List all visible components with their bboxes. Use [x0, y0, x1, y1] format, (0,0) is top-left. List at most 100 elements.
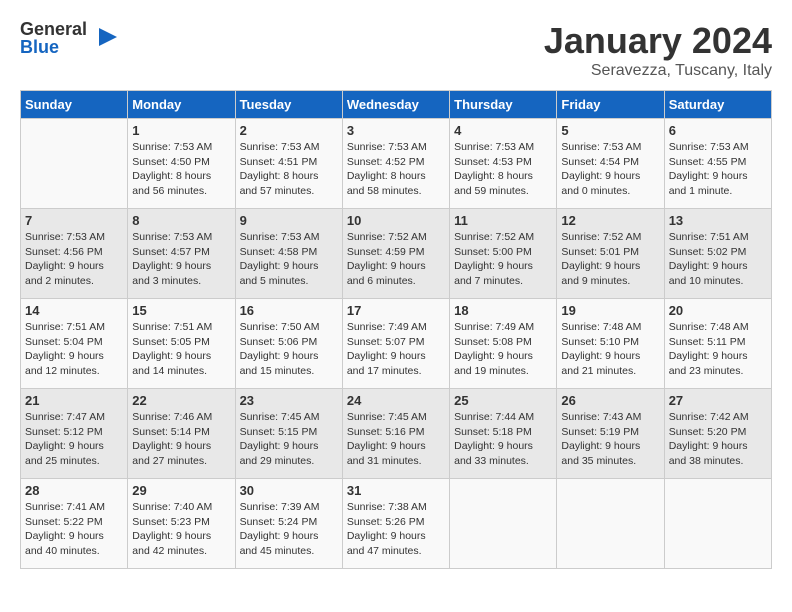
calendar-cell: 8 Sunrise: 7:53 AMSunset: 4:57 PMDaylight… [128, 209, 235, 299]
day-number: 8 [132, 213, 230, 228]
calendar-cell: 5 Sunrise: 7:53 AMSunset: 4:54 PMDaylight… [557, 119, 664, 209]
day-number: 22 [132, 393, 230, 408]
header-monday: Monday [128, 91, 235, 119]
calendar-cell: 3 Sunrise: 7:53 AMSunset: 4:52 PMDaylight… [342, 119, 449, 209]
day-number: 16 [240, 303, 338, 318]
day-number: 1 [132, 123, 230, 138]
day-number: 27 [669, 393, 767, 408]
day-info: Sunrise: 7:50 AMSunset: 5:06 PMDaylight:… [240, 320, 338, 379]
day-number: 31 [347, 483, 445, 498]
header: General Blue January 2024 Seravezza, Tus… [20, 20, 772, 80]
day-info: Sunrise: 7:53 AMSunset: 4:52 PMDaylight:… [347, 140, 445, 199]
calendar-cell: 20Sunrise: 7:48 AMSunset: 5:11 PMDayligh… [664, 299, 771, 389]
day-info: Sunrise: 7:52 AMSunset: 5:01 PMDaylight:… [561, 230, 659, 289]
day-info: Sunrise: 7:53 AMSunset: 4:53 PMDaylight:… [454, 140, 552, 199]
calendar-cell: 23Sunrise: 7:45 AMSunset: 5:15 PMDayligh… [235, 389, 342, 479]
calendar-cell: 15 Sunrise: 7:51 AMSunset: 5:05 PMDayligh… [128, 299, 235, 389]
day-number: 6 [669, 123, 767, 138]
header-wednesday: Wednesday [342, 91, 449, 119]
day-number: 3 [347, 123, 445, 138]
calendar-table: SundayMondayTuesdayWednesdayThursdayFrid… [20, 90, 772, 569]
calendar-cell: 18 Sunrise: 7:49 AMSunset: 5:08 PMDayligh… [450, 299, 557, 389]
day-info: Sunrise: 7:51 AMSunset: 5:05 PMDaylight:… [132, 320, 230, 379]
calendar-cell: 14 Sunrise: 7:51 AMSunset: 5:04 PMDayligh… [21, 299, 128, 389]
calendar-header-row: SundayMondayTuesdayWednesdayThursdayFrid… [21, 91, 772, 119]
day-number: 14 [25, 303, 123, 318]
day-info: Sunrise: 7:53 AMSunset: 4:50 PMDaylight:… [132, 140, 230, 199]
calendar-cell: 4 Sunrise: 7:53 AMSunset: 4:53 PMDaylight… [450, 119, 557, 209]
calendar-cell: 9Sunrise: 7:53 AMSunset: 4:58 PMDaylight… [235, 209, 342, 299]
day-number: 2 [240, 123, 338, 138]
day-number: 30 [240, 483, 338, 498]
week-row-4: 28 Sunrise: 7:41 AMSunset: 5:22 PMDayligh… [21, 479, 772, 569]
calendar-cell: 24 Sunrise: 7:45 AMSunset: 5:16 PMDayligh… [342, 389, 449, 479]
day-info: Sunrise: 7:53 AMSunset: 4:54 PMDaylight:… [561, 140, 659, 199]
day-number: 10 [347, 213, 445, 228]
day-info: Sunrise: 7:52 AMSunset: 4:59 PMDaylight:… [347, 230, 445, 289]
calendar-cell [664, 479, 771, 569]
day-info: Sunrise: 7:49 AMSunset: 5:08 PMDaylight:… [454, 320, 552, 379]
day-number: 5 [561, 123, 659, 138]
day-number: 11 [454, 213, 552, 228]
day-number: 20 [669, 303, 767, 318]
calendar-cell: 12 Sunrise: 7:52 AMSunset: 5:01 PMDayligh… [557, 209, 664, 299]
calendar-cell [557, 479, 664, 569]
day-info: Sunrise: 7:53 AMSunset: 4:55 PMDaylight:… [669, 140, 767, 199]
day-number: 15 [132, 303, 230, 318]
day-number: 17 [347, 303, 445, 318]
header-thursday: Thursday [450, 91, 557, 119]
calendar-cell: 2Sunrise: 7:53 AMSunset: 4:51 PMDaylight… [235, 119, 342, 209]
calendar-cell: 16 Sunrise: 7:50 AMSunset: 5:06 PMDayligh… [235, 299, 342, 389]
day-number: 12 [561, 213, 659, 228]
calendar-cell: 6 Sunrise: 7:53 AMSunset: 4:55 PMDaylight… [664, 119, 771, 209]
calendar-cell: 7 Sunrise: 7:53 AMSunset: 4:56 PMDaylight… [21, 209, 128, 299]
logo-icon [89, 23, 119, 53]
day-number: 26 [561, 393, 659, 408]
week-row-0: 1 Sunrise: 7:53 AMSunset: 4:50 PMDaylight… [21, 119, 772, 209]
day-info: Sunrise: 7:51 AMSunset: 5:02 PMDaylight:… [669, 230, 767, 289]
day-info: Sunrise: 7:52 AMSunset: 5:00 PMDaylight:… [454, 230, 552, 289]
day-number: 7 [25, 213, 123, 228]
day-number: 28 [25, 483, 123, 498]
day-info: Sunrise: 7:41 AMSunset: 5:22 PMDaylight:… [25, 500, 123, 559]
calendar-cell: 31 Sunrise: 7:38 AMSunset: 5:26 PMDayligh… [342, 479, 449, 569]
calendar-cell: 10 Sunrise: 7:52 AMSunset: 4:59 PMDayligh… [342, 209, 449, 299]
calendar-cell: 11 Sunrise: 7:52 AMSunset: 5:00 PMDayligh… [450, 209, 557, 299]
day-info: Sunrise: 7:53 AMSunset: 4:57 PMDaylight:… [132, 230, 230, 289]
day-info: Sunrise: 7:45 AMSunset: 5:16 PMDaylight:… [347, 410, 445, 469]
day-number: 25 [454, 393, 552, 408]
day-number: 23 [240, 393, 338, 408]
day-info: Sunrise: 7:43 AMSunset: 5:19 PMDaylight:… [561, 410, 659, 469]
day-info: Sunrise: 7:53 AMSunset: 4:58 PMDaylight:… [240, 230, 338, 289]
day-number: 13 [669, 213, 767, 228]
calendar-cell: 29Sunrise: 7:40 AMSunset: 5:23 PMDayligh… [128, 479, 235, 569]
calendar-cell [21, 119, 128, 209]
month-title: January 2024 [544, 20, 772, 62]
calendar-cell: 30Sunrise: 7:39 AMSunset: 5:24 PMDayligh… [235, 479, 342, 569]
day-info: Sunrise: 7:47 AMSunset: 5:12 PMDaylight:… [25, 410, 123, 469]
calendar-cell [450, 479, 557, 569]
day-info: Sunrise: 7:51 AMSunset: 5:04 PMDaylight:… [25, 320, 123, 379]
day-info: Sunrise: 7:49 AMSunset: 5:07 PMDaylight:… [347, 320, 445, 379]
day-info: Sunrise: 7:53 AMSunset: 4:56 PMDaylight:… [25, 230, 123, 289]
header-sunday: Sunday [21, 91, 128, 119]
calendar-cell: 25 Sunrise: 7:44 AMSunset: 5:18 PMDayligh… [450, 389, 557, 479]
day-number: 24 [347, 393, 445, 408]
calendar-cell: 26 Sunrise: 7:43 AMSunset: 5:19 PMDayligh… [557, 389, 664, 479]
title-area: January 2024 Seravezza, Tuscany, Italy [544, 20, 772, 80]
day-number: 4 [454, 123, 552, 138]
header-friday: Friday [557, 91, 664, 119]
day-number: 18 [454, 303, 552, 318]
calendar-cell: 13 Sunrise: 7:51 AMSunset: 5:02 PMDayligh… [664, 209, 771, 299]
calendar-cell: 1 Sunrise: 7:53 AMSunset: 4:50 PMDaylight… [128, 119, 235, 209]
day-info: Sunrise: 7:48 AMSunset: 5:10 PMDaylight:… [561, 320, 659, 379]
logo-blue: Blue [20, 38, 87, 56]
day-info: Sunrise: 7:44 AMSunset: 5:18 PMDaylight:… [454, 410, 552, 469]
day-info: Sunrise: 7:38 AMSunset: 5:26 PMDaylight:… [347, 500, 445, 559]
day-info: Sunrise: 7:40 AMSunset: 5:23 PMDaylight:… [132, 500, 230, 559]
logo-general: General [20, 20, 87, 38]
header-saturday: Saturday [664, 91, 771, 119]
header-tuesday: Tuesday [235, 91, 342, 119]
day-number: 19 [561, 303, 659, 318]
day-info: Sunrise: 7:42 AMSunset: 5:20 PMDaylight:… [669, 410, 767, 469]
